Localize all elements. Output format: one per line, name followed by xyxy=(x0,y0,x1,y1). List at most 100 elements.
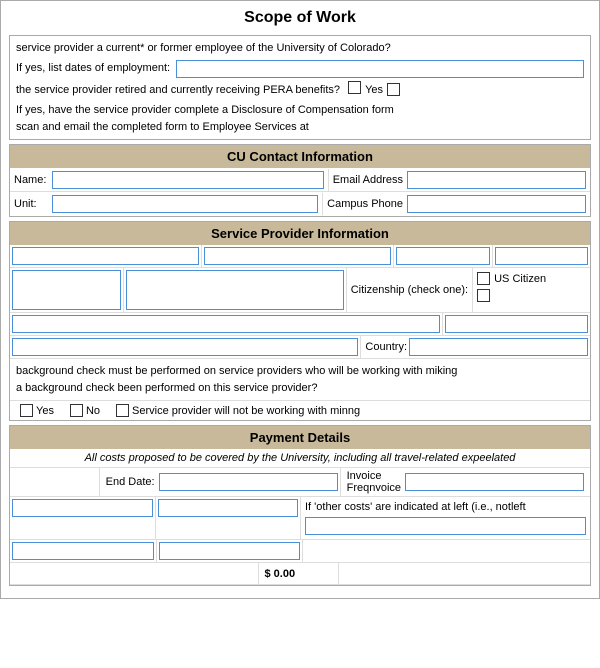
total-row: $ 0.00 xyxy=(10,563,590,585)
invoice-input[interactable] xyxy=(405,473,584,491)
end-date-cell xyxy=(10,468,100,496)
sp-row1 xyxy=(10,245,590,268)
phone-input[interactable] xyxy=(407,195,586,213)
us-citizen-cell: US Citizen xyxy=(473,268,590,312)
yes-label: Yes xyxy=(365,82,383,99)
sp-cell1 xyxy=(10,245,202,267)
unit-input[interactable] xyxy=(52,195,318,213)
country-cell: Country: xyxy=(361,336,590,358)
country-label: Country: xyxy=(363,341,409,353)
cost-input4[interactable] xyxy=(159,542,301,560)
spacer-cell xyxy=(303,540,590,562)
sp-row4: Country: xyxy=(10,336,590,359)
sp-field6[interactable] xyxy=(126,270,344,310)
email-label: Email Address xyxy=(333,174,403,186)
unit-label: Unit: xyxy=(10,196,50,212)
sp-field8[interactable] xyxy=(445,315,588,333)
payment-section: Payment Details All costs proposed to be… xyxy=(9,425,591,586)
payment-date-row: End Date: Invoice Freqnvoice xyxy=(10,468,590,497)
cost-input1[interactable] xyxy=(12,499,153,517)
citizenship-cell: Citizenship (check one): xyxy=(347,268,473,312)
sp-options-row: Yes No Service provider will not be work… xyxy=(10,401,590,420)
sp-field4[interactable] xyxy=(495,247,589,265)
payment-subtitle: All costs proposed to be covered by the … xyxy=(10,449,590,468)
email-input[interactable] xyxy=(407,171,586,189)
sp-field9[interactable] xyxy=(12,338,358,356)
sp-row2: Citizenship (check one): US Citizen xyxy=(10,268,590,313)
email-right: Email Address xyxy=(328,169,590,191)
sp-field1[interactable] xyxy=(12,247,199,265)
cost-cell4 xyxy=(157,540,304,562)
country-input[interactable] xyxy=(409,338,588,356)
sp-tall-cell xyxy=(10,268,124,312)
cost-input2[interactable] xyxy=(158,499,299,517)
bg-not-working-checkbox[interactable] xyxy=(116,404,129,417)
disclosure-line1: If yes, have the service provider comple… xyxy=(16,102,584,119)
bg-yes-label: Yes xyxy=(36,405,54,417)
other-citizen-checkbox[interactable] xyxy=(477,289,490,302)
sp-field3[interactable] xyxy=(396,247,490,265)
sp-field5[interactable] xyxy=(12,270,121,310)
pera-yes-checkbox[interactable] xyxy=(348,81,361,94)
other-costs-note: If 'other costs' are indicated at left (… xyxy=(305,501,526,513)
intro-line1: service provider a current* or former em… xyxy=(16,40,584,57)
pera-row: the service provider retired and current… xyxy=(16,81,584,100)
bg-yes-checkbox[interactable] xyxy=(20,404,33,417)
sp-cell9 xyxy=(10,336,361,358)
employment-row: If yes, list dates of employment: xyxy=(16,60,584,78)
bg-no-label: No xyxy=(86,405,100,417)
other-costs-note-cell: If 'other costs' are indicated at left (… xyxy=(301,497,590,539)
invoice-label: Invoice Freqnvoice xyxy=(347,470,401,494)
bg-check-note: background check must be performed on se… xyxy=(10,359,590,401)
sp-cell7 xyxy=(10,313,443,335)
end-date-input-cell: End Date: xyxy=(100,468,341,496)
cost-input3[interactable] xyxy=(12,542,154,560)
other-costs-input[interactable] xyxy=(305,517,586,535)
cost-row2 xyxy=(10,540,590,563)
bg-note-line1: background check must be performed on se… xyxy=(16,363,584,380)
sp-header: Service Provider Information xyxy=(10,222,590,245)
sp-cell8 xyxy=(443,313,590,335)
invoice-note xyxy=(339,563,591,584)
sp-field2[interactable] xyxy=(204,247,391,265)
bg-not-working-wrap: Service provider will not be working wit… xyxy=(116,404,360,417)
cost-cell2 xyxy=(156,497,302,539)
bg-no-checkbox[interactable] xyxy=(70,404,83,417)
phone-label: Campus Phone xyxy=(327,198,403,210)
page: Scope of Work service provider a current… xyxy=(0,0,600,599)
end-date-input[interactable] xyxy=(159,473,338,491)
sp-cell4 xyxy=(493,245,591,267)
bg-not-working-label: Service provider will not be working wit… xyxy=(132,405,360,417)
cu-contact-section: CU Contact Information Name: Email Addre… xyxy=(9,144,591,217)
name-label: Name: xyxy=(10,172,50,188)
name-input[interactable] xyxy=(52,171,323,189)
employment-dates-input[interactable] xyxy=(176,60,584,78)
payment-header: Payment Details xyxy=(10,426,590,449)
bg-yes-wrap: Yes xyxy=(20,404,54,417)
cost-row1: If 'other costs' are indicated at left (… xyxy=(10,497,590,540)
employment-label: If yes, list dates of employment: xyxy=(16,60,170,77)
sp-cell3 xyxy=(394,245,493,267)
intro-section: service provider a current* or former em… xyxy=(9,35,591,140)
total-amount: $ 0.00 xyxy=(259,563,339,584)
citizenship-label: Citizenship (check one): xyxy=(351,284,468,296)
cost-cell3 xyxy=(10,540,157,562)
sp-cell6 xyxy=(124,268,347,312)
pera-text: the service provider retired and current… xyxy=(16,82,340,99)
disclosure-line2: scan and email the completed form to Emp… xyxy=(16,119,584,136)
page-title: Scope of Work xyxy=(9,9,591,27)
invoice-cell: Invoice Freqnvoice xyxy=(341,468,590,496)
bg-no-wrap: No xyxy=(70,404,100,417)
end-date-label: End Date: xyxy=(102,474,159,490)
pera-no-checkbox[interactable] xyxy=(387,83,400,96)
phone-right: Campus Phone xyxy=(322,193,590,215)
us-citizen-label: US Citizen xyxy=(494,273,546,285)
cost-cell1 xyxy=(10,497,156,539)
sp-field7[interactable] xyxy=(12,315,440,333)
bg-note-line2: a background check been performed on thi… xyxy=(16,380,584,397)
name-row: Name: Email Address xyxy=(10,168,590,192)
cu-contact-header: CU Contact Information xyxy=(10,145,590,168)
us-citizen-checkbox[interactable] xyxy=(477,272,490,285)
unit-row: Unit: Campus Phone xyxy=(10,192,590,216)
sp-row3 xyxy=(10,313,590,336)
